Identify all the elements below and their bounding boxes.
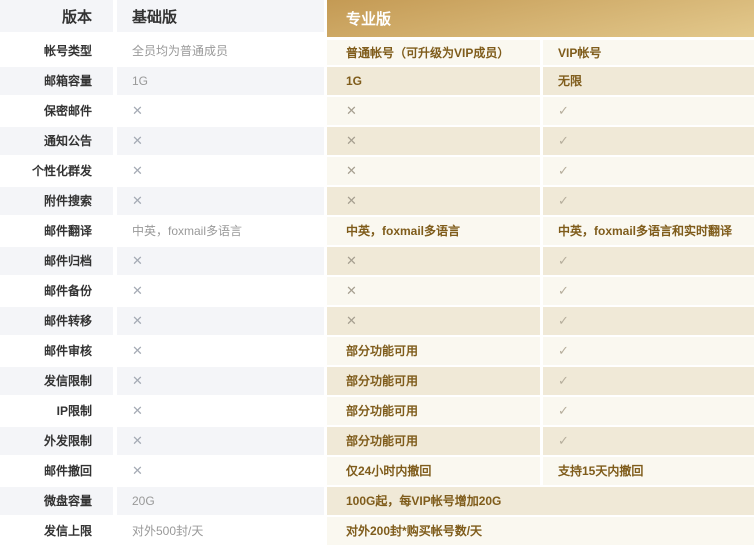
pro-vip-account-value: VIP帐号 [543,37,754,67]
pro-normal-account-value: 1G [327,67,543,97]
pro-normal-account-value: 部分功能可用 [327,397,543,427]
pro-vip-account-value: ✓ [543,397,754,427]
pro-vip-account-value: ✓ [543,97,754,127]
table-row: IP限制✕部分功能可用✓ [0,397,754,427]
pro-vip-account-value: ✓ [543,427,754,457]
column-header-basic-edition: 基础版 [117,0,327,37]
basic-edition-value: 1G [117,67,327,97]
feature-label: 外发限制 [0,427,117,457]
pro-normal-account-value: ✕ [327,187,543,217]
pro-vip-account-value: 无限 [543,67,754,97]
basic-edition-value: ✕ [117,187,327,217]
pro-vip-account-value: 支持15天内撤回 [543,457,754,487]
basic-edition-value: ✕ [117,307,327,337]
basic-edition-value: 对外500封/天 [117,517,327,546]
pro-vip-account-value: ✓ [543,187,754,217]
feature-label: 通知公告 [0,127,117,157]
basic-edition-value: ✕ [117,337,327,367]
pro-normal-account-value: ✕ [327,307,543,337]
feature-label: 邮件归档 [0,247,117,277]
feature-label: 邮件审核 [0,337,117,367]
feature-label: IP限制 [0,397,117,427]
pro-normal-account-value: ✕ [327,277,543,307]
pro-vip-account-value: ✓ [543,337,754,367]
basic-edition-value: ✕ [117,277,327,307]
pro-normal-account-value: ✕ [327,127,543,157]
pro-normal-account-value: 仅24小时内撤回 [327,457,543,487]
pro-vip-account-value: ✓ [543,157,754,187]
basic-edition-value: ✕ [117,397,327,427]
table-row: 邮件翻译中英，foxmail多语言中英，foxmail多语言中英，foxmail… [0,217,754,247]
table-row: 附件搜索✕✕✓ [0,187,754,217]
basic-edition-value: ✕ [117,157,327,187]
pro-normal-account-value: 部分功能可用 [327,427,543,457]
table-row: 帐号类型全员均为普通成员普通帐号（可升级为VIP成员）VIP帐号 [0,37,754,67]
column-header-pro-edition: 专业版 [327,0,754,37]
feature-label: 邮箱容量 [0,67,117,97]
table-row: 邮件撤回✕仅24小时内撤回支持15天内撤回 [0,457,754,487]
comparison-table: 版本 基础版 专业版 帐号类型全员均为普通成员普通帐号（可升级为VIP成员）VI… [0,0,754,546]
table-row: 邮箱容量1G1G无限 [0,67,754,97]
basic-edition-value: ✕ [117,457,327,487]
pro-vip-account-value: ✓ [543,367,754,397]
basic-edition-value: 中英，foxmail多语言 [117,217,327,247]
basic-edition-value: ✕ [117,97,327,127]
pro-edition-value-span: 100G起，每VIP帐号增加20G [327,487,754,517]
basic-edition-value: ✕ [117,367,327,397]
basic-edition-value: 全员均为普通成员 [117,37,327,67]
pro-normal-account-value: 普通帐号（可升级为VIP成员） [327,37,543,67]
pro-edition-value-span: 对外200封*购买帐号数/天 [327,517,754,546]
table-row: 外发限制✕部分功能可用✓ [0,427,754,457]
table-row: 保密邮件✕✕✓ [0,97,754,127]
pro-vip-account-value: ✓ [543,127,754,157]
pro-vip-account-value: ✓ [543,247,754,277]
pro-vip-account-value: ✓ [543,307,754,337]
feature-label: 邮件转移 [0,307,117,337]
pro-normal-account-value: ✕ [327,97,543,127]
table-body: 帐号类型全员均为普通成员普通帐号（可升级为VIP成员）VIP帐号邮箱容量1G1G… [0,37,754,546]
feature-label: 发信上限 [0,517,117,546]
pricing-comparison-page: 版本 基础版 专业版 帐号类型全员均为普通成员普通帐号（可升级为VIP成员）VI… [0,0,754,546]
feature-label: 邮件翻译 [0,217,117,247]
basic-edition-value: 20G [117,487,327,517]
table-row: 邮件审核✕部分功能可用✓ [0,337,754,367]
feature-label: 微盘容量 [0,487,117,517]
feature-label: 保密邮件 [0,97,117,127]
feature-label: 帐号类型 [0,37,117,67]
table-row: 邮件转移✕✕✓ [0,307,754,337]
pro-vip-account-value: ✓ [543,277,754,307]
table-row: 邮件归档✕✕✓ [0,247,754,277]
pro-vip-account-value: 中英，foxmail多语言和实时翻译 [543,217,754,247]
header-row: 版本 基础版 专业版 [0,0,754,37]
table-row: 微盘容量20G100G起，每VIP帐号增加20G [0,487,754,517]
pro-normal-account-value: 中英，foxmail多语言 [327,217,543,247]
table-row: 通知公告✕✕✓ [0,127,754,157]
basic-edition-value: ✕ [117,427,327,457]
table-row: 个性化群发✕✕✓ [0,157,754,187]
feature-label: 邮件撤回 [0,457,117,487]
pro-normal-account-value: ✕ [327,157,543,187]
table-row: 发信限制✕部分功能可用✓ [0,367,754,397]
basic-edition-value: ✕ [117,127,327,157]
table-row: 邮件备份✕✕✓ [0,277,754,307]
pro-normal-account-value: ✕ [327,247,543,277]
pro-normal-account-value: 部分功能可用 [327,367,543,397]
basic-edition-value: ✕ [117,247,327,277]
column-header-version: 版本 [0,0,117,37]
feature-label: 附件搜索 [0,187,117,217]
feature-label: 个性化群发 [0,157,117,187]
table-row: 发信上限对外500封/天对外200封*购买帐号数/天 [0,517,754,546]
feature-label: 发信限制 [0,367,117,397]
feature-label: 邮件备份 [0,277,117,307]
pro-normal-account-value: 部分功能可用 [327,337,543,367]
